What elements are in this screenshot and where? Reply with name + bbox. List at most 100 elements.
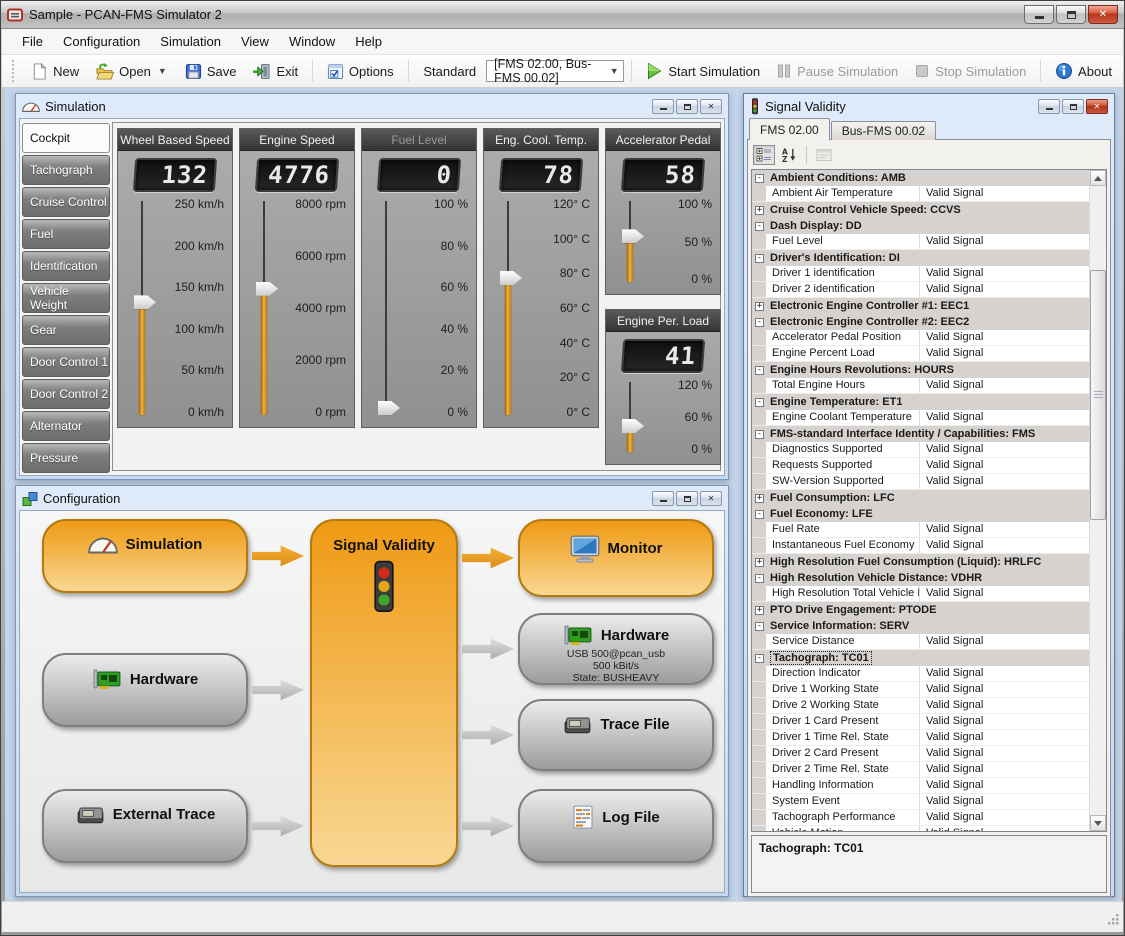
- category-row-cruise-control-vehicle-speed-ccvs[interactable]: +Cruise Control Vehicle Speed: CCVS: [752, 202, 1089, 218]
- sim-tab-identification[interactable]: Identification: [22, 251, 110, 281]
- close-button[interactable]: ✕: [700, 491, 722, 506]
- sim-tab-gear[interactable]: Gear: [22, 315, 110, 345]
- signal-row-total-engine-hours[interactable]: Total Engine HoursValid Signal: [752, 378, 1089, 394]
- signal-row-driver-1-identification[interactable]: Driver 1 identificationValid Signal: [752, 266, 1089, 282]
- collapse-icon[interactable]: -: [755, 174, 764, 183]
- alphabetical-sort-button[interactable]: AZ: [778, 145, 800, 165]
- collapse-icon[interactable]: -: [755, 622, 764, 631]
- flow-node-hardware-right[interactable]: HardwareUSB 500@pcan_usb500 kBit/sState:…: [518, 613, 714, 685]
- minimize-button[interactable]: [652, 491, 674, 506]
- signal-row-driver-2-identification[interactable]: Driver 2 identificationValid Signal: [752, 282, 1089, 298]
- stop-simulation-button[interactable]: Stop Simulation: [907, 60, 1033, 82]
- scroll-down-button[interactable]: [1090, 815, 1106, 831]
- category-row-service-information-serv[interactable]: -Service Information: SERV: [752, 618, 1089, 634]
- restore-button[interactable]: [676, 99, 698, 114]
- signal-row-driver-1-card-present[interactable]: Driver 1 Card PresentValid Signal: [752, 714, 1089, 730]
- category-row-engine-temperature-et1[interactable]: -Engine Temperature: ET1: [752, 394, 1089, 410]
- sim-tab-door-control-2[interactable]: Door Control 2: [22, 379, 110, 409]
- sim-tab-cockpit[interactable]: Cockpit: [22, 123, 110, 153]
- slider-thumb[interactable]: [500, 271, 522, 285]
- signal-row-vehicle-motion[interactable]: Vehicle MotionValid Signal: [752, 826, 1089, 832]
- category-row-dash-display-dd[interactable]: -Dash Display: DD: [752, 218, 1089, 234]
- close-button[interactable]: ✕: [700, 99, 722, 114]
- profile-combobox[interactable]: [FMS 02.00, Bus-FMS 00.02] ▼: [486, 60, 624, 82]
- menu-item-help[interactable]: Help: [345, 30, 392, 53]
- category-row-ambient-conditions-amb[interactable]: -Ambient Conditions: AMB: [752, 170, 1089, 186]
- category-row-driver-s-identification-di[interactable]: -Driver's Identification: DI: [752, 250, 1089, 266]
- categorized-view-button[interactable]: [753, 145, 775, 165]
- flow-node-signal-validity[interactable]: Signal Validity: [310, 519, 458, 867]
- category-row-pto-drive-engagement-ptode[interactable]: +PTO Drive Engagement: PTODE: [752, 602, 1089, 618]
- sim-tab-cruise-control[interactable]: Cruise Control: [22, 187, 110, 217]
- minimize-button[interactable]: [652, 99, 674, 114]
- sim-tab-pressure[interactable]: Pressure: [22, 443, 110, 473]
- toolbar-grip[interactable]: [12, 60, 16, 82]
- menu-item-window[interactable]: Window: [279, 30, 345, 53]
- simulation-window-titlebar[interactable]: Simulation ✕: [19, 97, 725, 118]
- signal-row-instantaneous-fuel-economy[interactable]: Instantaneous Fuel EconomyValid Signal: [752, 538, 1089, 554]
- scrollbar-thumb[interactable]: [1090, 270, 1106, 520]
- collapse-icon[interactable]: -: [755, 654, 764, 663]
- category-row-tachograph-tc01[interactable]: -Tachograph: TC01: [752, 650, 1089, 666]
- save-button[interactable]: Save: [178, 60, 244, 83]
- menu-item-file[interactable]: File: [12, 30, 53, 53]
- vertical-scrollbar[interactable]: [1089, 170, 1106, 831]
- start-simulation-button[interactable]: Start Simulation: [638, 59, 767, 83]
- restore-button[interactable]: [676, 491, 698, 506]
- flow-node-trace-file[interactable]: Trace File: [518, 699, 714, 771]
- flow-node-simulation[interactable]: Simulation: [42, 519, 248, 593]
- pause-simulation-button[interactable]: Pause Simulation: [769, 60, 905, 82]
- menu-item-simulation[interactable]: Simulation: [150, 30, 231, 53]
- slider-thumb[interactable]: [622, 419, 644, 433]
- flow-node-external-trace[interactable]: External Trace: [42, 789, 248, 863]
- category-row-fuel-economy-lfe[interactable]: -Fuel Economy: LFE: [752, 506, 1089, 522]
- signal-row-requests-supported[interactable]: Requests SupportedValid Signal: [752, 458, 1089, 474]
- sv-tab-fms-02-00[interactable]: FMS 02.00: [749, 118, 830, 140]
- signal-row-engine-percent-load[interactable]: Engine Percent LoadValid Signal: [752, 346, 1089, 362]
- minimize-button[interactable]: [1024, 5, 1054, 24]
- signal-row-service-distance[interactable]: Service DistanceValid Signal: [752, 634, 1089, 650]
- signal-row-handling-information[interactable]: Handling InformationValid Signal: [752, 778, 1089, 794]
- slider-thumb[interactable]: [378, 401, 400, 415]
- signal-row-driver-2-card-present[interactable]: Driver 2 Card PresentValid Signal: [752, 746, 1089, 762]
- menu-item-view[interactable]: View: [231, 30, 279, 53]
- collapse-icon[interactable]: -: [755, 510, 764, 519]
- signal-row-tachograph-performance[interactable]: Tachograph PerformanceValid Signal: [752, 810, 1089, 826]
- sv-tab-bus-fms-00-02[interactable]: Bus-FMS 00.02: [831, 121, 936, 140]
- maximize-button[interactable]: [1056, 5, 1086, 24]
- signal-row-system-event[interactable]: System EventValid Signal: [752, 794, 1089, 810]
- collapse-icon[interactable]: -: [755, 254, 764, 263]
- collapse-icon[interactable]: -: [755, 430, 764, 439]
- signal-row-drive-1-working-state[interactable]: Drive 1 Working StateValid Signal: [752, 682, 1089, 698]
- slider-thumb[interactable]: [134, 295, 156, 309]
- restore-button[interactable]: [1062, 99, 1084, 114]
- category-row-engine-hours-revolutions-hours[interactable]: -Engine Hours Revolutions: HOURS: [752, 362, 1089, 378]
- menu-item-configuration[interactable]: Configuration: [53, 30, 150, 53]
- collapse-icon[interactable]: -: [755, 222, 764, 231]
- minimize-button[interactable]: [1038, 99, 1060, 114]
- sim-tab-vehicle-weight[interactable]: Vehicle Weight: [22, 283, 110, 313]
- signal-validity-window-titlebar[interactable]: Signal Validity ✕: [747, 97, 1111, 118]
- close-button[interactable]: ✕: [1086, 99, 1108, 114]
- flow-node-log-file[interactable]: Log File: [518, 789, 714, 863]
- main-titlebar[interactable]: Sample - PCAN-FMS Simulator 2 ✕: [1, 1, 1124, 29]
- signal-row-sw-version-supported[interactable]: SW-Version SupportedValid Signal: [752, 474, 1089, 490]
- sim-tab-fuel[interactable]: Fuel: [22, 219, 110, 249]
- category-row-high-resolution-fuel-consumption-liquid-hrlfc[interactable]: +High Resolution Fuel Consumption (Liqui…: [752, 554, 1089, 570]
- signal-row-accelerator-pedal-position[interactable]: Accelerator Pedal PositionValid Signal: [752, 330, 1089, 346]
- slider-track[interactable]: [385, 201, 387, 415]
- sim-tab-tachograph[interactable]: Tachograph: [22, 155, 110, 185]
- property-pages-button[interactable]: [813, 145, 835, 165]
- category-row-high-resolution-vehicle-distance-vdhr[interactable]: -High Resolution Vehicle Distance: VDHR: [752, 570, 1089, 586]
- close-button[interactable]: ✕: [1088, 5, 1118, 24]
- sim-tab-door-control-1[interactable]: Door Control 1: [22, 347, 110, 377]
- signal-row-fuel-level[interactable]: Fuel LevelValid Signal: [752, 234, 1089, 250]
- exit-button[interactable]: Exit: [245, 60, 305, 83]
- collapse-icon[interactable]: -: [755, 574, 764, 583]
- signal-row-diagnostics-supported[interactable]: Diagnostics SupportedValid Signal: [752, 442, 1089, 458]
- signal-row-engine-coolant-temperature[interactable]: Engine Coolant TemperatureValid Signal: [752, 410, 1089, 426]
- collapse-icon[interactable]: -: [755, 318, 764, 327]
- open-button[interactable]: Open ▼: [88, 60, 176, 83]
- collapse-icon[interactable]: -: [755, 366, 764, 375]
- open-dropdown-arrow-icon[interactable]: ▼: [156, 66, 169, 76]
